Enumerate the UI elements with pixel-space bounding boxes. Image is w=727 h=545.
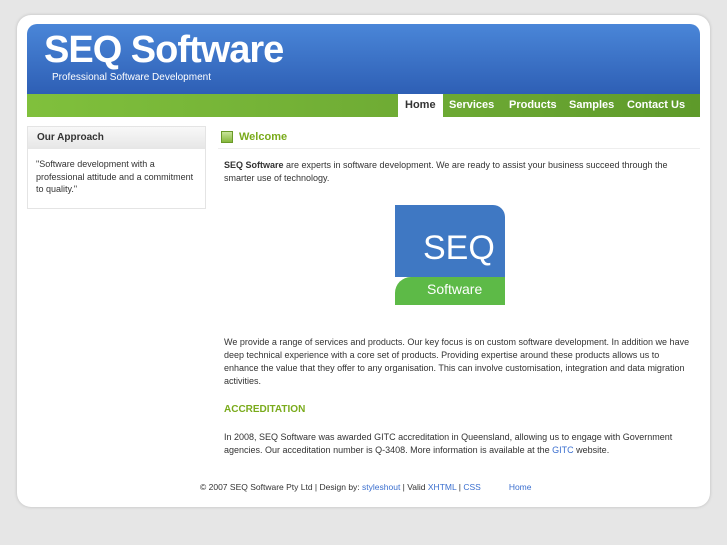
header: SEQ Software Professional Software Devel… [27, 24, 700, 94]
xhtml-link[interactable]: XHTML [428, 482, 457, 492]
welcome-heading: Welcome [218, 126, 700, 149]
intro-text: are experts in software development. We … [224, 160, 668, 183]
copyright: © 2007 SEQ Software Pty Ltd | Design by: [200, 482, 363, 492]
page-container: SEQ Software Professional Software Devel… [17, 15, 710, 507]
main-content: Welcome SEQ Software are experts in soft… [218, 126, 700, 457]
logo-bottom-text: Software [427, 281, 483, 297]
site-title[interactable]: SEQ Software [44, 29, 284, 72]
styleshout-link[interactable]: styleshout [362, 482, 400, 492]
accreditation-paragraph: In 2008, SEQ Software was awarded GITC a… [224, 431, 694, 457]
seq-logo: SEQ Software [395, 205, 505, 305]
logo-top-text: SEQ [423, 229, 495, 267]
nav-samples[interactable]: Samples [569, 94, 614, 117]
sidebar-title: Our Approach [28, 127, 205, 149]
main-nav: Home Services Products Samples Contact U… [27, 94, 700, 117]
intro-bold: SEQ Software [224, 160, 284, 170]
nav-contact-us[interactable]: Contact Us [627, 94, 685, 117]
services-paragraph: We provide a range of services and produ… [224, 337, 690, 386]
nav-products[interactable]: Products [509, 94, 557, 117]
valid-text: | Valid [400, 482, 428, 492]
nav-services[interactable]: Services [449, 94, 494, 117]
page-icon [221, 131, 233, 143]
footer: © 2007 SEQ Software Pty Ltd | Design by:… [200, 482, 532, 492]
footer-home-link[interactable]: Home [509, 482, 532, 492]
accreditation-text-end: website. [573, 445, 610, 455]
sidebar-quote: "Software development with a professiona… [36, 159, 194, 194]
css-link[interactable]: CSS [463, 482, 480, 492]
sidebar: Our Approach "Software development with … [27, 126, 206, 209]
heading-text: Welcome [239, 131, 288, 143]
accreditation-heading: ACCREDITATION [224, 404, 306, 415]
site-slogan: Professional Software Development [52, 72, 211, 83]
nav-home[interactable]: Home [398, 94, 443, 117]
gitc-link[interactable]: GITC [552, 445, 574, 455]
